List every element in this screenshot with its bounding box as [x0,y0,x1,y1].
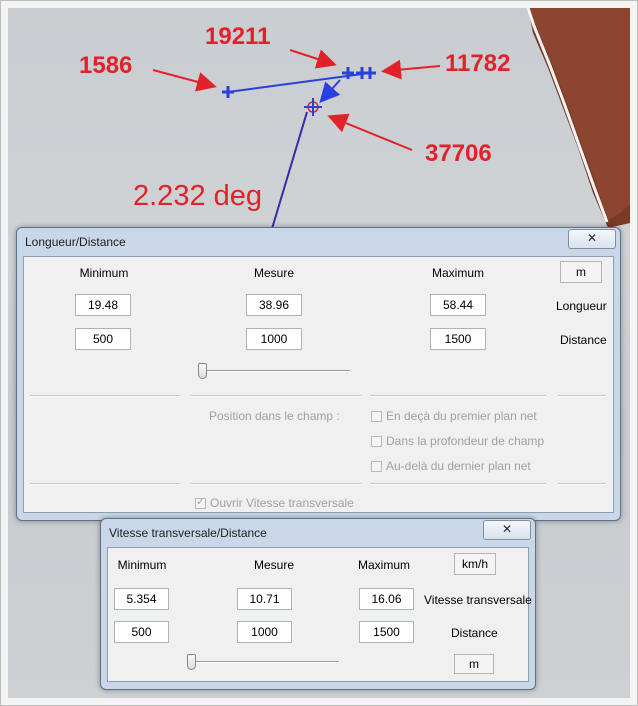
option-en-deca[interactable]: En deçà du premier plan net [371,409,537,423]
distance-unit-button[interactable]: m [454,654,494,674]
distance-mesure-field[interactable]: 1000 [237,621,292,643]
plus-marker-1586 [222,86,234,98]
arrow-37706 [327,113,413,151]
direction-arrow [319,79,341,103]
distance-min-field[interactable]: 500 [114,621,169,643]
arrow-19211 [289,49,337,69]
header-minimum: Minimum [79,266,129,280]
label-11782: 11782 [445,50,511,77]
header-maximum: Maximum [431,266,484,280]
arrow-1586 [152,69,217,92]
row-label-longueur: Longueur [556,299,607,313]
speed-unit-button[interactable]: km/h [454,553,496,575]
longueur-distance-window: Longueur/Distance ✕ Minimum Mesure Maxim… [16,227,621,521]
angle-label: 2.232 deg [133,180,263,212]
row-label-distance: Distance [560,333,607,347]
header-minimum: Minimum [117,558,167,572]
window-title: Vitesse transversale/Distance [109,526,267,540]
close-button[interactable]: ✕ [483,520,531,540]
checkbox[interactable] [371,436,382,447]
header-maximum: Maximum [357,558,410,572]
option-label: Dans la profondeur de champ [386,434,545,448]
checkbox[interactable] [371,461,382,472]
distance-min-field[interactable]: 500 [75,328,131,350]
unit-button[interactable]: m [560,261,602,283]
separator [191,395,361,397]
vitesse-distance-window: Vitesse transversale/Distance ✕ Minimum … [100,518,536,690]
separator [191,483,361,485]
open-speed-checkbox[interactable]: ✓ Ouvrir Vitesse transversale [195,496,354,510]
separator [370,395,546,397]
label-37706: 37706 [425,140,492,167]
row-label-vitesse: Vitesse transversale [424,593,532,607]
slider-thumb[interactable] [187,654,196,670]
option-label: En deçà du premier plan net [386,409,537,423]
separator [30,395,180,397]
slider-track [200,370,350,372]
separator [558,395,606,397]
position-label: Position dans le champ : [209,409,340,423]
window-title: Longueur/Distance [25,235,126,249]
vitesse-max-field[interactable]: 16.06 [359,588,414,610]
header-mesure: Mesure [253,558,294,572]
separator [558,483,606,485]
vitesse-min-field[interactable]: 5.354 [114,588,169,610]
option-label: Au-delà du dernier plan net [386,459,531,473]
plus-marker-11782 [356,67,376,79]
vitesse-mesure-field[interactable]: 10.71 [237,588,292,610]
header-mesure: Mesure [253,266,294,280]
close-button[interactable]: ✕ [568,229,616,249]
distance-max-field[interactable]: 1500 [430,328,486,350]
label-19211: 19211 [205,23,271,50]
label-1586: 1586 [79,52,133,79]
arrow-11782 [381,59,441,80]
checkbox[interactable] [371,411,382,422]
open-speed-label: Ouvrir Vitesse transversale [210,496,354,510]
checkbox-checked[interactable]: ✓ [195,496,206,509]
longueur-max-field[interactable]: 58.44 [430,294,486,316]
distance-max-field[interactable]: 1500 [359,621,414,643]
distance-mesure-field[interactable]: 1000 [246,328,302,350]
separator [30,483,180,485]
window-client-area: Minimum Mesure Maximum km/h 5.354 10.71 … [107,547,532,682]
slider-track [188,661,339,663]
separator [370,483,546,485]
row-label-distance: Distance [451,626,498,640]
window-client-area: Minimum Mesure Maximum m 19.48 38.96 58.… [23,256,614,513]
longueur-mesure-field[interactable]: 38.96 [246,294,302,316]
longueur-min-field[interactable]: 19.48 [75,294,131,316]
check-mark-icon: ✓ [196,496,206,508]
option-au-dela[interactable]: Au-delà du dernier plan net [371,459,531,473]
option-profondeur[interactable]: Dans la profondeur de champ [371,434,544,448]
slider-thumb[interactable] [198,363,207,379]
